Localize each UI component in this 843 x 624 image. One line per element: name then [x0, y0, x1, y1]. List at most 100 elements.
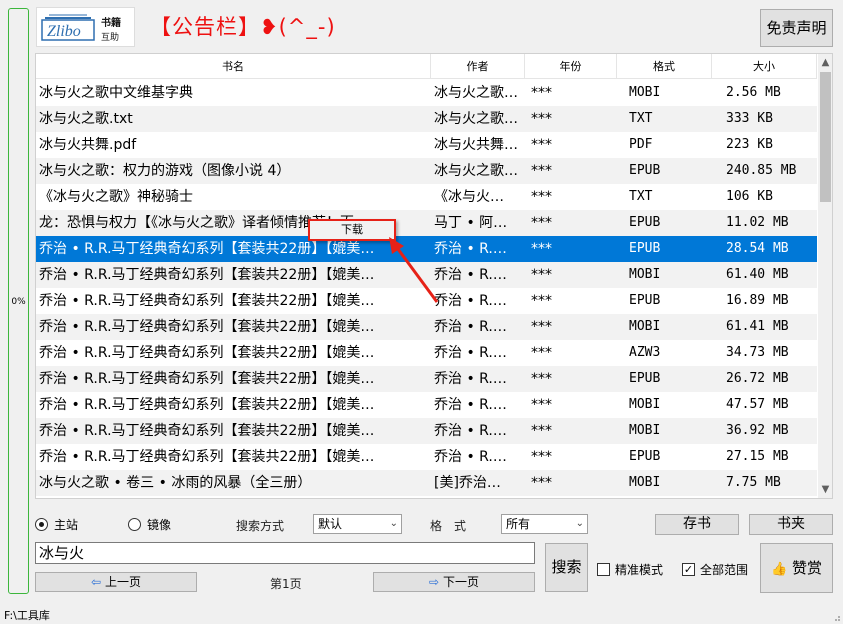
table-row[interactable]: 乔治 • R.R.马丁经典奇幻系列【套装共22册】【媲美… 乔治 • R.… ***… [36, 314, 817, 340]
radio-mirror-dot[interactable] [128, 518, 141, 531]
search-mode-select[interactable]: 默认 ⌄ [313, 514, 402, 534]
cell-author: 乔治 • R.… [434, 293, 507, 309]
radio-mirror-site[interactable]: 镜像 [128, 516, 171, 533]
page-indicator: 第1页 [270, 577, 302, 591]
cell-format: AZW3 [629, 345, 661, 360]
exact-mode-box[interactable] [597, 563, 610, 576]
cell-year: *** [531, 111, 552, 127]
cell-author: 《冰与火… [434, 189, 504, 205]
table-row[interactable]: 冰与火之歌.txt 冰与火之歌… *** TXT 333 KB [36, 106, 817, 132]
next-page-button[interactable]: ⇨ 下一页 [373, 572, 535, 592]
cell-author: 乔治 • R.… [434, 267, 507, 283]
prev-page-button[interactable]: ⇦ 上一页 [35, 572, 197, 592]
table-row[interactable]: 冰与火之歌：权力的游戏（图像小说 4） 冰与火之歌… *** EPUB 240.85 M… [36, 158, 817, 184]
cell-year: *** [531, 85, 552, 101]
search-input[interactable]: 冰与火 [35, 542, 535, 564]
table-row[interactable]: 乔治 • R.R.马丁经典奇幻系列【套装共22册】【媲美… 乔治 • R.… ***… [36, 444, 817, 470]
thumbs-up-icon: 👍 [771, 562, 788, 577]
table-row[interactable]: 乔治 • R.R.马丁经典奇幻系列【套装共22册】【媲美… 乔治 • R.… ***… [36, 366, 817, 392]
table-row[interactable]: 乔治 • R.R.马丁经典奇幻系列【套装共22册】【媲美… 乔治 • R.… ***… [36, 418, 817, 444]
cell-size: 240.85 MB [726, 163, 797, 178]
cell-year: *** [531, 449, 552, 465]
resize-grip-icon[interactable] [831, 612, 841, 622]
exact-mode-checkbox[interactable]: 精准模式 [597, 561, 663, 578]
format-label: 格 式 [430, 519, 467, 533]
column-header-size[interactable]: 大小 [712, 54, 817, 79]
cell-year: *** [531, 189, 552, 205]
table-row[interactable]: 冰与火之歌中文维基字典 冰与火之歌… *** MOBI 2.56 MB [36, 80, 817, 106]
cell-year: *** [531, 267, 552, 283]
cell-title: 冰与火之歌 • 卷三 • 冰雨的风暴（全三册） [39, 475, 312, 491]
exact-mode-label: 精准模式 [615, 563, 664, 577]
cell-size: 28.54 MB [726, 241, 789, 256]
table-row[interactable]: 乔治 • R.R.马丁经典奇幻系列【套装共22册】【媲美… 乔治 • R.… ***… [36, 262, 817, 288]
logo-text-line1: 书籍 [101, 18, 121, 29]
cell-author: 冰与火共舞… [434, 137, 518, 153]
cell-title: 乔治 • R.R.马丁经典奇幻系列【套装共22册】【媲美… [39, 423, 375, 439]
format-select[interactable]: 所有 ⌄ [501, 514, 588, 534]
cell-format: MOBI [629, 423, 661, 438]
cell-title: 乔治 • R.R.马丁经典奇幻系列【套装共22册】【媲美… [39, 397, 375, 413]
cell-author: 乔治 • R.… [434, 397, 507, 413]
radio-main-site[interactable]: 主站 [35, 516, 78, 533]
cell-format: MOBI [629, 319, 661, 334]
cell-size: 47.57 MB [726, 397, 789, 412]
scroll-up-icon[interactable]: ▲ [818, 54, 832, 71]
search-mode-label: 搜索方式 [236, 519, 285, 533]
full-range-checkbox[interactable]: ✓ 全部范围 [682, 561, 748, 578]
column-header-title[interactable]: 书名 [36, 54, 431, 79]
cell-format: TXT [629, 111, 653, 126]
cell-year: *** [531, 371, 552, 387]
cell-title: 乔治 • R.R.马丁经典奇幻系列【套装共22册】【媲美… [39, 449, 375, 465]
context-menu-download[interactable]: 下载 [310, 221, 394, 239]
table-row[interactable]: 龙：恐惧与权力【《冰与火之歌》译者倾情推荐！百… 马丁 • 阿… *** EPUB 11… [36, 210, 817, 236]
column-header-author[interactable]: 作者 [431, 54, 525, 79]
table-scrollbar[interactable]: ▲ ▼ [818, 54, 832, 498]
table-row[interactable]: 冰与火之歌 • 卷三 • 冰雨的风暴（全三册） [美]乔治… *** MOBI 7.75… [36, 470, 817, 496]
cell-title: 乔治 • R.R.马丁经典奇幻系列【套装共22册】【媲美… [39, 345, 375, 361]
table-row[interactable]: 乔治 • R.R.马丁经典奇幻系列【套装共22册】【媲美… 乔治 • R.… ***… [36, 340, 817, 366]
cell-size: 333 KB [726, 111, 773, 126]
cell-title: 冰与火之歌.txt [39, 111, 133, 127]
cell-format: EPUB [629, 241, 661, 256]
notice-board-link[interactable]: 【公告栏】❥(^_-) [150, 11, 336, 41]
status-path: F:\工具库 [4, 609, 50, 622]
logo-text-line2: 互助 [101, 33, 120, 43]
cell-format: TXT [629, 189, 653, 204]
cell-author: 乔治 • R.… [434, 371, 507, 387]
cell-year: *** [531, 423, 552, 439]
scroll-down-icon[interactable]: ▼ [818, 481, 832, 498]
cell-format: EPUB [629, 163, 661, 178]
cell-year: *** [531, 397, 552, 413]
table-row[interactable]: 乔治 • R.R.马丁经典奇幻系列【套装共22册】【媲美… 乔治 • R.… ***… [36, 288, 817, 314]
cell-title: 乔治 • R.R.马丁经典奇幻系列【套装共22册】【媲美… [39, 371, 375, 387]
cell-size: 11.02 MB [726, 215, 789, 230]
radio-main-dot[interactable] [35, 518, 48, 531]
full-range-label: 全部范围 [700, 563, 749, 577]
bookstore-button[interactable]: 存书 [655, 514, 739, 535]
cell-size: 26.72 MB [726, 371, 789, 386]
table-row[interactable]: 乔治 • R.R.马丁经典奇幻系列【套装共22册】【媲美… 乔治 • R.… ***… [36, 236, 817, 262]
scroll-thumb[interactable] [820, 72, 831, 202]
bookshelf-button[interactable]: 书夹 [749, 514, 833, 535]
cell-year: *** [531, 345, 552, 361]
cell-author: 乔治 • R.… [434, 345, 507, 361]
table-row[interactable]: 《冰与火之歌》神秘骑士 《冰与火… *** TXT 106 KB [36, 184, 817, 210]
cell-size: 34.73 MB [726, 345, 789, 360]
search-button[interactable]: 搜索 [545, 543, 588, 592]
cell-year: *** [531, 163, 552, 179]
checkmark-icon[interactable]: ✓ [682, 563, 695, 576]
table-row[interactable]: 冰与火共舞.pdf 冰与火共舞… *** PDF 223 KB [36, 132, 817, 158]
cell-author: 冰与火之歌… [434, 163, 518, 179]
results-table[interactable]: 书名 作者 年份 格式 大小 冰与火之歌中文维基字典 冰与火之歌… *** MOBI 2… [35, 53, 833, 499]
disclaimer-button[interactable]: 免责声明 [760, 9, 833, 47]
zlibo-logo: Zlibo 书籍 互助 [36, 7, 135, 47]
svg-text:Zlibo: Zlibo [47, 23, 81, 40]
table-row[interactable]: 乔治 • R.R.马丁经典奇幻系列【套装共22册】【媲美… 乔治 • R.… ***… [36, 392, 817, 418]
arrow-right-icon: ⇨ [429, 575, 440, 589]
cell-format: EPUB [629, 215, 661, 230]
column-header-year[interactable]: 年份 [525, 54, 617, 79]
column-header-format[interactable]: 格式 [617, 54, 712, 79]
cell-title: 冰与火之歌中文维基字典 [39, 85, 193, 101]
donate-button[interactable]: 👍 赞赏 [760, 543, 833, 593]
